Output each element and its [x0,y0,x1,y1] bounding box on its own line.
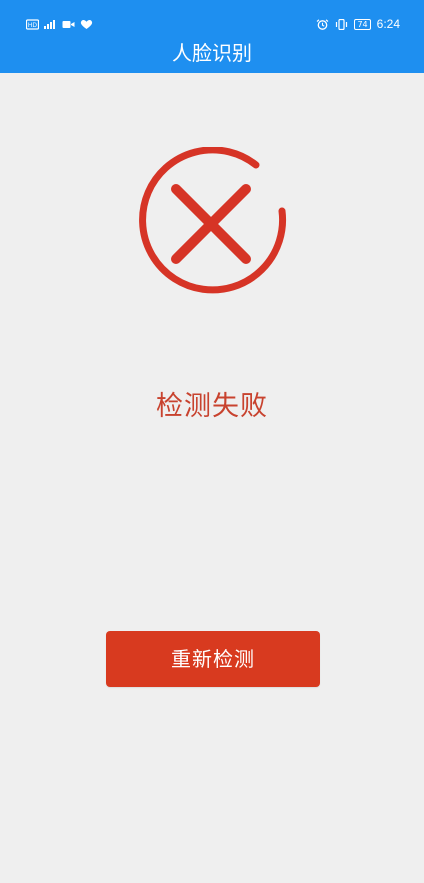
signal-icon [44,20,55,29]
page-title: 人脸识别 [172,41,252,65]
result-message: 检测失败 [156,391,268,422]
battery-icon: 74 [354,18,371,30]
alarm-icon [317,18,329,30]
status-time: 6:24 [376,17,400,31]
retry-button[interactable]: 重新检测 [106,631,320,687]
status-left-icons: HD [26,19,93,30]
battery-level: 74 [357,19,368,29]
status-bar: HD 74 6:24 [0,0,424,40]
heart-icon [80,20,93,29]
video-icon [62,21,75,28]
status-right-icons: 74 6:24 [316,17,400,31]
sim-icon: HD [26,19,39,30]
app-header: HD 74 6:24 人脸识别 [0,0,424,73]
svg-text:HD: HD [28,22,38,29]
failure-x-icon [139,147,287,294]
vibrate-icon [336,18,348,30]
